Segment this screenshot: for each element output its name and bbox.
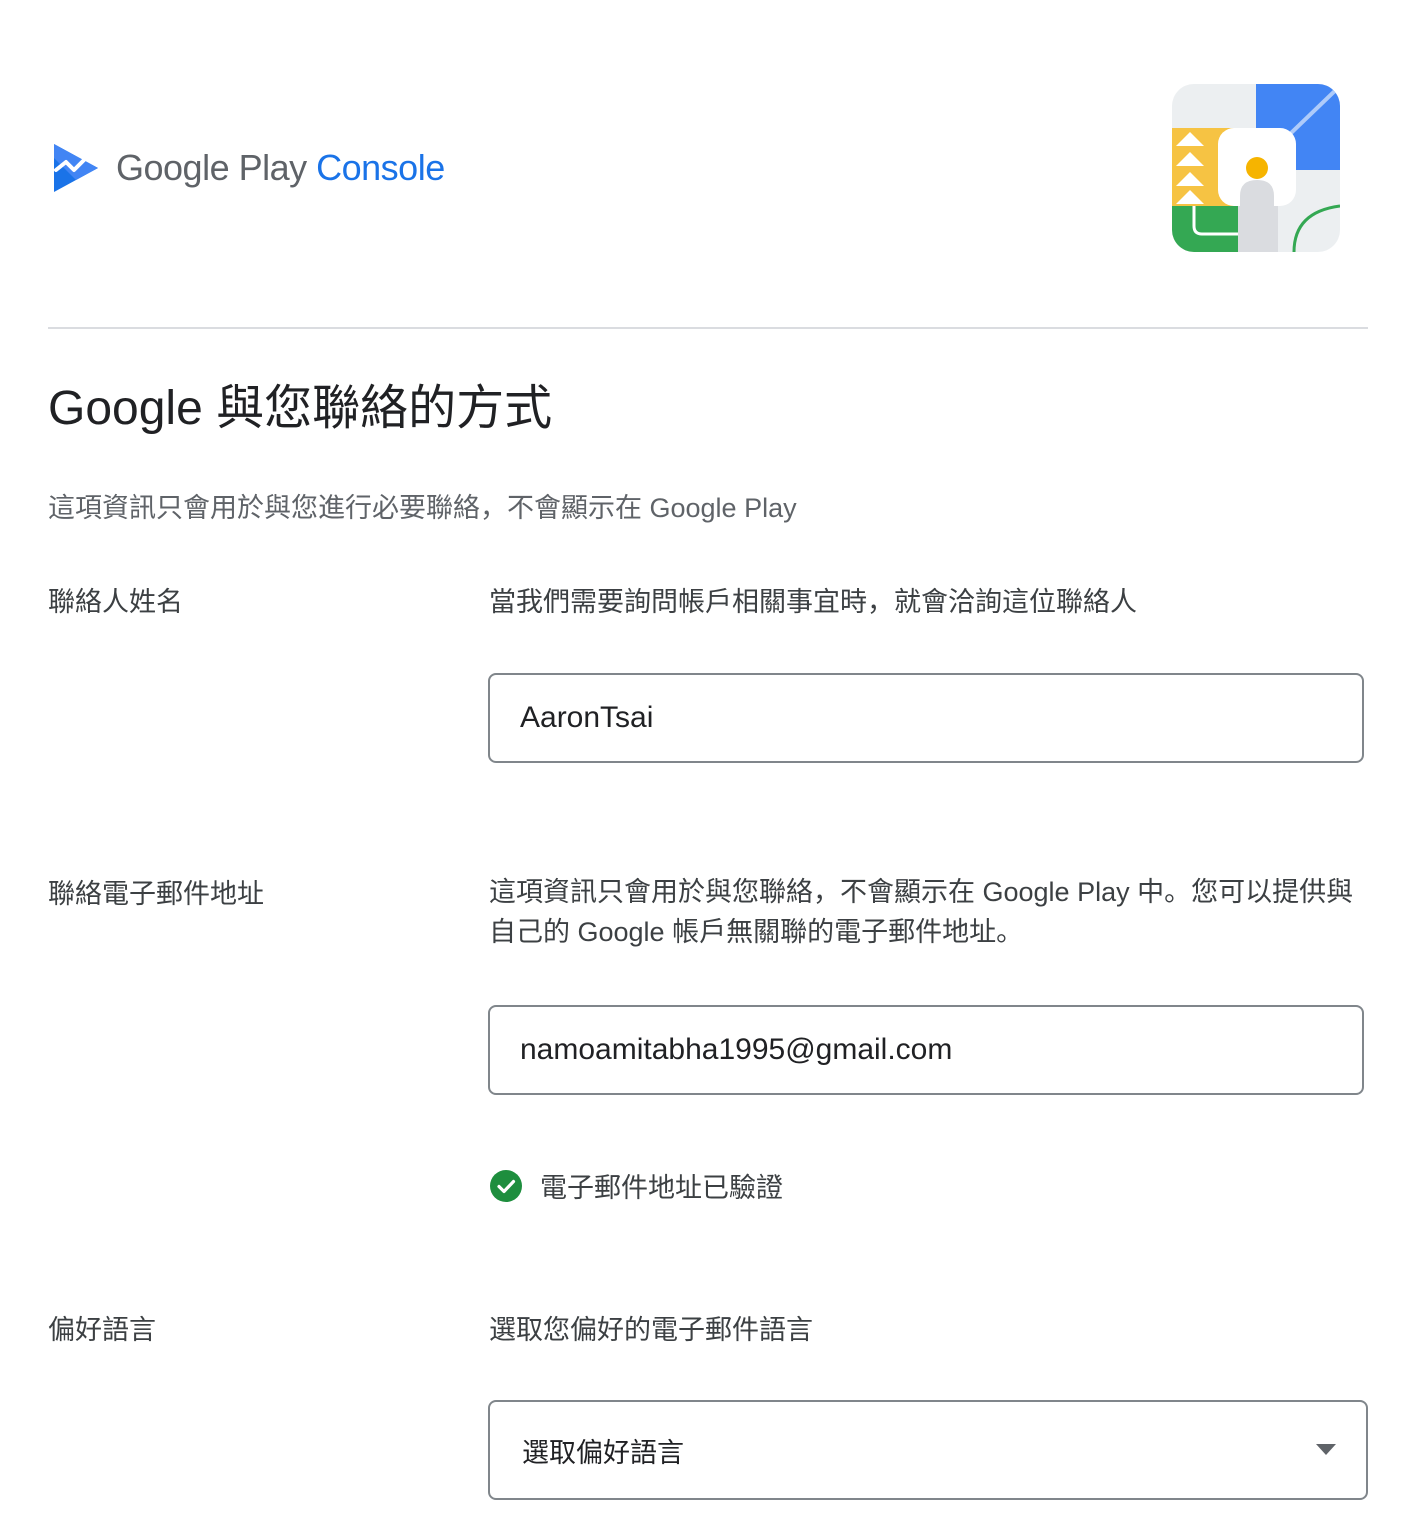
contact-email-field[interactable] [488, 1005, 1364, 1095]
contact-email-description: 這項資訊只會用於與您聯絡，不會顯示在 Google Play 中。您可以提供與自… [489, 877, 1354, 947]
email-verified-status: 電子郵件地址已驗證 [490, 1166, 783, 1205]
logo-text: Google Play Console [116, 150, 445, 186]
header: Google Play Console [48, 0, 1368, 328]
preferred-language-selected-value: 選取偏好語言 [522, 1437, 684, 1468]
preferred-language-description: 選取您偏好的電子郵件語言 [489, 1315, 813, 1345]
contact-name-field[interactable] [488, 673, 1364, 763]
contact-details-page: Google Play Console Google 與您聯絡的方式 這項資訊只… [0, 0, 1426, 1538]
check-circle-icon [490, 1169, 522, 1202]
contact-name-label: 聯絡人姓名 [48, 587, 183, 617]
caret-down-icon [1316, 1444, 1336, 1455]
contact-name-description: 當我們需要詢問帳戶相關事宜時，就會洽詢這位聯絡人 [489, 587, 1137, 617]
play-console-logo: Google Play Console [52, 140, 445, 196]
page-intro: 這項資訊只會用於與您進行必要聯絡，不會顯示在 Google Play [48, 493, 797, 523]
page-title: Google 與您聯絡的方式 [48, 382, 553, 435]
preferred-language-select[interactable]: 選取偏好語言 [488, 1400, 1368, 1500]
contact-card-illustration-icon [1172, 84, 1340, 252]
contact-name-input[interactable] [490, 675, 1362, 761]
email-verified-text: 電子郵件地址已驗證 [540, 1173, 783, 1203]
contact-email-input[interactable] [490, 1007, 1362, 1093]
play-console-logo-icon [54, 144, 98, 192]
logo-text-console: Console [316, 147, 445, 188]
contact-email-label: 聯絡電子郵件地址 [48, 879, 264, 909]
preferred-language-label: 偏好語言 [48, 1315, 156, 1345]
logo-text-google: Google Play [116, 147, 307, 188]
header-divider [48, 327, 1368, 329]
